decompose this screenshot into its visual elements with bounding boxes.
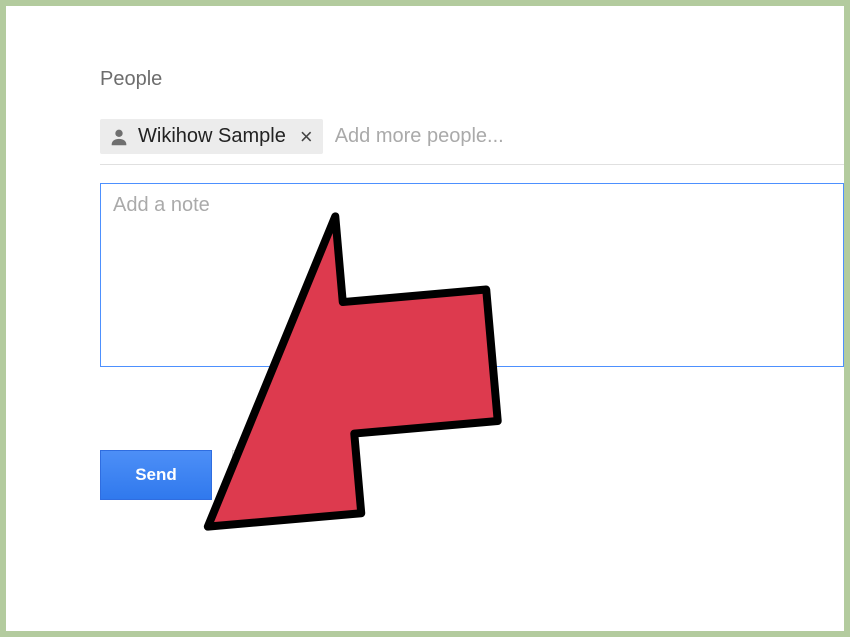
button-row: Send Cancel [100,450,844,500]
share-dialog: People Wikihow Sample × Send Cancel [6,6,844,631]
people-input-row: Wikihow Sample × [100,119,844,165]
add-people-input[interactable] [335,125,844,148]
remove-chip-icon[interactable]: × [300,126,313,148]
person-chip-label: Wikihow Sample [138,125,286,148]
person-icon [108,126,130,148]
people-section-label: People [100,68,844,91]
person-chip[interactable]: Wikihow Sample × [100,119,323,154]
send-button[interactable]: Send [100,450,212,500]
cancel-button[interactable]: Cancel [232,450,344,500]
note-textarea[interactable] [100,183,844,367]
